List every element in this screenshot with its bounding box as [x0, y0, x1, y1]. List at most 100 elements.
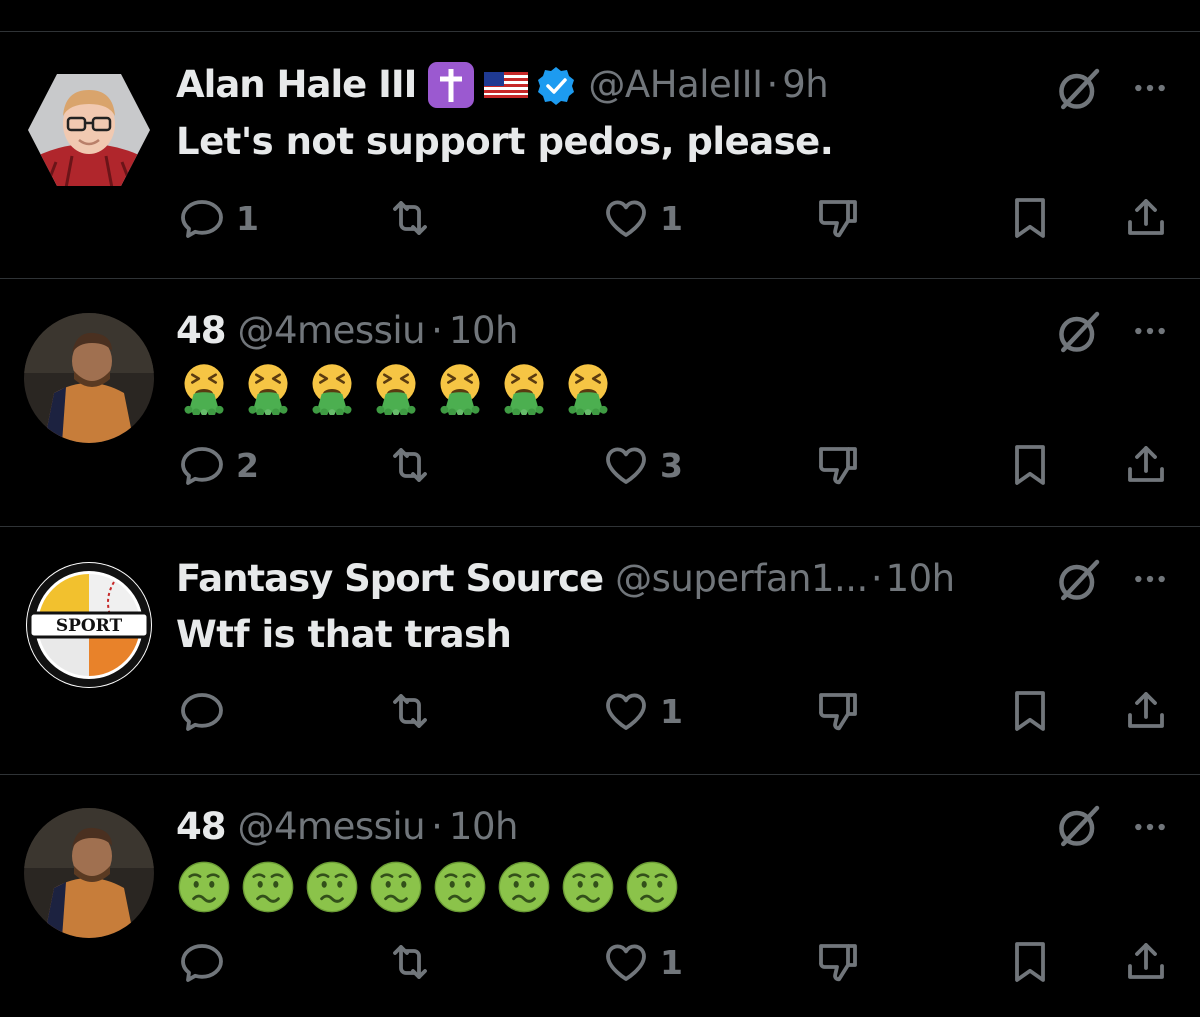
post-text: Wtf is that trash	[176, 613, 512, 656]
like-button[interactable]: 1	[602, 192, 683, 244]
bookmark-button[interactable]	[1006, 685, 1054, 737]
share-button[interactable]	[1122, 936, 1170, 988]
dislike-button[interactable]	[814, 439, 862, 491]
bookmark-icon	[1006, 194, 1054, 242]
repost-button[interactable]	[386, 936, 444, 988]
timestamp[interactable]: 9h	[782, 60, 829, 110]
bookmark-button[interactable]	[1006, 439, 1054, 491]
cross-emoji-icon	[426, 60, 476, 110]
display-name[interactable]: 48	[176, 802, 226, 852]
bookmark-button[interactable]	[1006, 936, 1054, 988]
avatar[interactable]	[26, 72, 152, 188]
reply-button[interactable]	[178, 936, 236, 988]
reply-button[interactable]: 2	[178, 439, 259, 491]
repost-button[interactable]	[386, 439, 444, 491]
repost-button[interactable]	[386, 192, 444, 244]
more-options-icon[interactable]	[1130, 559, 1170, 599]
nauseated-face-icon	[562, 861, 614, 913]
vomiting-face-icon	[562, 363, 614, 415]
post-text: Let's not support pedos, please.	[176, 120, 834, 163]
handle[interactable]: @AHaleIII	[588, 60, 763, 110]
more-options-icon[interactable]	[1130, 311, 1170, 351]
nauseated-face-icon	[370, 861, 422, 913]
nauseated-face-icon	[498, 861, 550, 913]
share-button[interactable]	[1122, 685, 1170, 737]
like-count: 1	[660, 691, 683, 731]
post-header: Fantasy Sport Source @superfan1... · 10h	[176, 554, 1030, 604]
separator-dot: ·	[431, 805, 443, 848]
display-name[interactable]: Alan Hale III	[176, 60, 417, 110]
verified-badge-icon	[536, 60, 576, 110]
heart-icon	[602, 938, 650, 986]
grok-icon[interactable]	[1052, 62, 1106, 116]
like-button[interactable]: 1	[602, 936, 683, 988]
like-count: 1	[660, 198, 683, 238]
more-options-icon[interactable]	[1130, 68, 1170, 108]
handle[interactable]: @4messiu	[238, 306, 426, 356]
separator-dot: ·	[870, 557, 883, 600]
timestamp[interactable]: 10h	[449, 802, 519, 852]
vomiting-face-icon	[370, 363, 422, 415]
nauseated-face-icon	[178, 861, 230, 913]
post-card[interactable]: SPORT Fantasy Sport Source @superfan1...…	[0, 527, 1200, 775]
post-card[interactable]: 48 @4messiu · 10h 2 3	[0, 279, 1200, 527]
post-header: 48 @4messiu · 10h	[176, 306, 1040, 356]
vomiting-face-icon	[498, 363, 550, 415]
like-count: 1	[660, 942, 683, 982]
share-button[interactable]	[1122, 439, 1170, 491]
like-button[interactable]: 1	[602, 685, 683, 737]
nauseated-face-icon	[434, 861, 486, 913]
avatar[interactable]: SPORT	[24, 560, 154, 690]
reply-button[interactable]	[178, 685, 236, 737]
display-name[interactable]: 48	[176, 306, 226, 356]
share-icon	[1122, 687, 1170, 735]
bookmark-icon	[1006, 687, 1054, 735]
post-header: Alan Hale III @AHaleIII · 9h	[176, 60, 1040, 110]
bookmark-button[interactable]	[1006, 192, 1054, 244]
like-button[interactable]: 3	[602, 439, 683, 491]
repost-icon	[386, 194, 434, 242]
us-flag-icon	[484, 60, 529, 110]
timestamp[interactable]: 10h	[886, 554, 956, 604]
more-options-icon[interactable]	[1130, 807, 1170, 847]
timestamp[interactable]: 10h	[449, 306, 519, 356]
handle[interactable]: @superfan1...	[615, 554, 868, 604]
repost-icon	[386, 687, 434, 735]
like-count: 3	[660, 445, 683, 485]
bookmark-icon	[1006, 441, 1054, 489]
share-button[interactable]	[1122, 192, 1170, 244]
vomiting-face-icon	[306, 363, 358, 415]
vomiting-face-icon	[434, 363, 486, 415]
reply-count: 2	[236, 445, 259, 485]
avatar[interactable]	[24, 808, 154, 938]
thumbs-down-icon	[814, 938, 862, 986]
reply-icon	[178, 194, 226, 242]
repost-icon	[386, 441, 434, 489]
dislike-button[interactable]	[814, 192, 862, 244]
reply-button[interactable]: 1	[178, 192, 259, 244]
handle[interactable]: @4messiu	[238, 802, 426, 852]
repost-button[interactable]	[386, 685, 444, 737]
grok-icon[interactable]	[1052, 305, 1106, 359]
avatar[interactable]	[24, 313, 154, 443]
nauseated-face-icon	[626, 861, 678, 913]
thumbs-down-icon	[814, 687, 862, 735]
separator-dot: ·	[431, 309, 443, 352]
repost-icon	[386, 938, 434, 986]
display-name[interactable]: Fantasy Sport Source	[176, 554, 604, 604]
share-icon	[1122, 194, 1170, 242]
grok-icon[interactable]	[1052, 799, 1106, 853]
separator-dot: ·	[766, 63, 779, 106]
emoji-row	[178, 861, 678, 913]
nauseated-face-icon	[242, 861, 294, 913]
post-header: 48 @4messiu · 10h	[176, 802, 1040, 852]
dislike-button[interactable]	[814, 685, 862, 737]
nauseated-face-icon	[306, 861, 358, 913]
heart-icon	[602, 194, 650, 242]
grok-icon[interactable]	[1052, 553, 1106, 607]
bookmark-icon	[1006, 938, 1054, 986]
emoji-row	[178, 363, 614, 415]
post-card[interactable]: 48 @4messiu · 10h 1	[0, 775, 1200, 1017]
dislike-button[interactable]	[814, 936, 862, 988]
post-card[interactable]: Alan Hale III @AHaleIII · 9h Let's not s…	[0, 32, 1200, 279]
